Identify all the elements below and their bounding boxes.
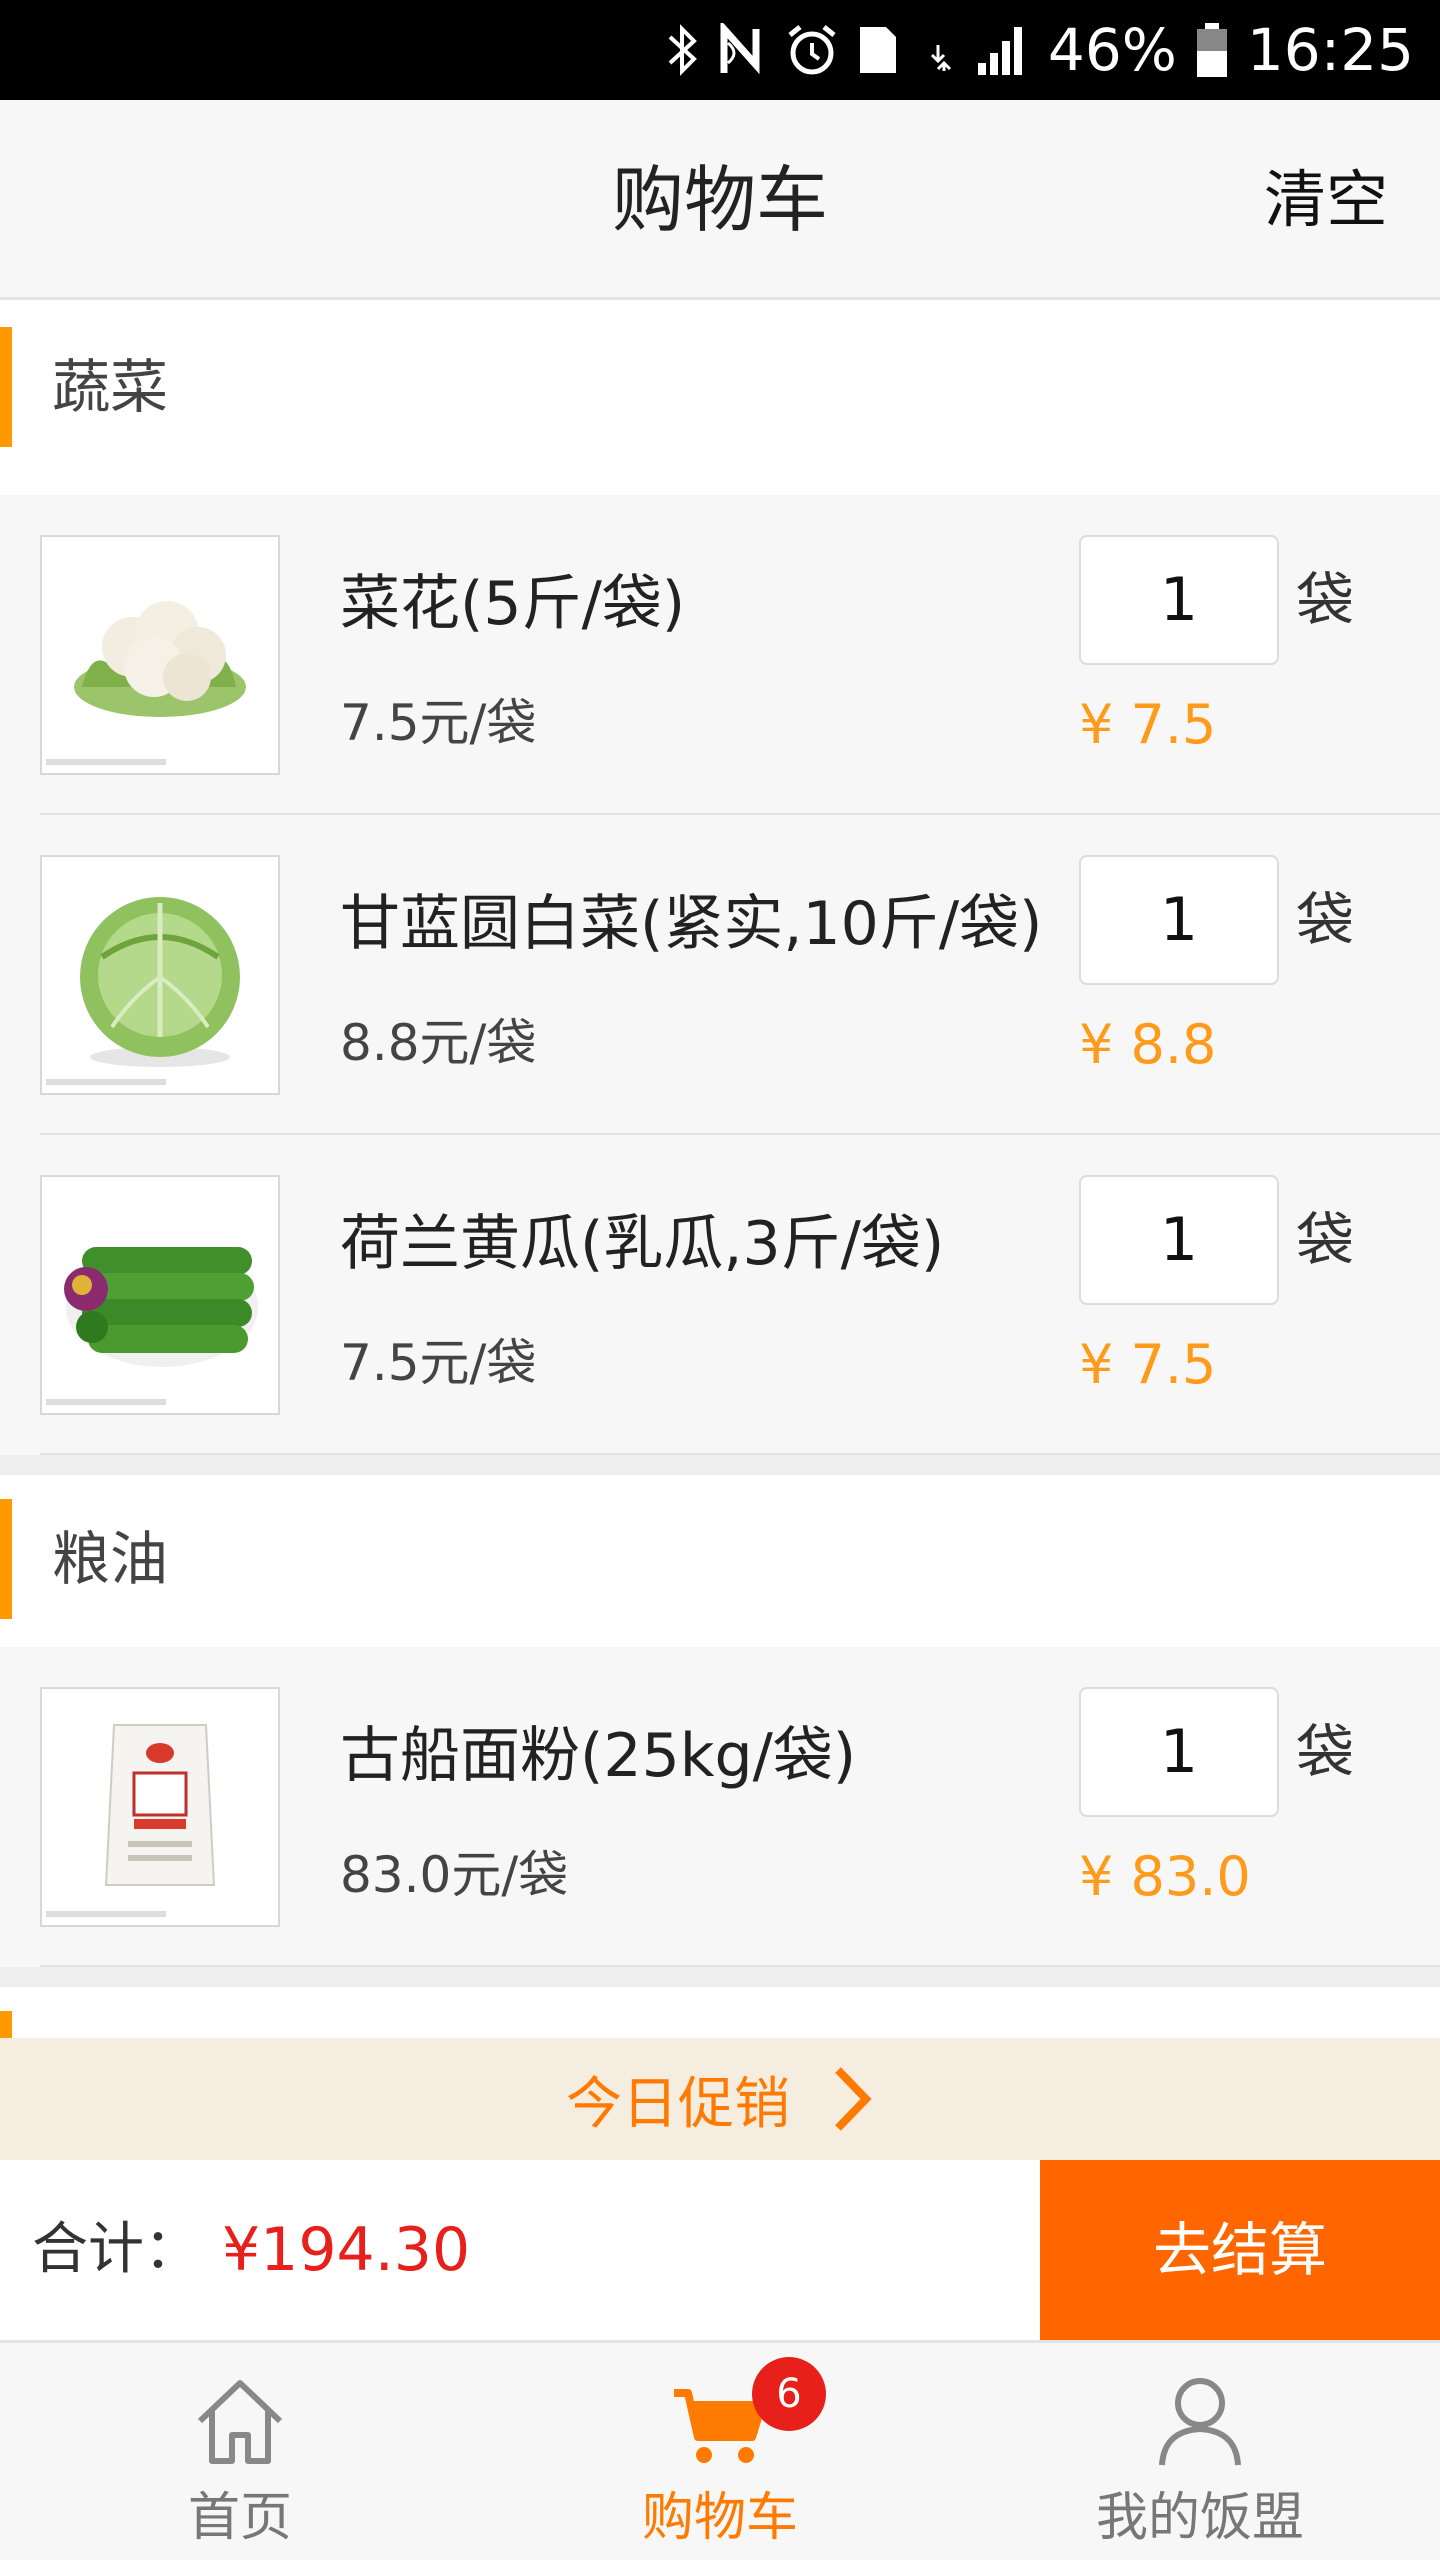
clear-cart-button[interactable]: 清空 <box>1264 100 1388 300</box>
tab-home[interactable]: 首页 <box>0 2343 480 2560</box>
cart-item[interactable]: 荷兰黄瓜(乳瓜,3斤/袋) 7.5元/袋 1 袋 ¥ 7.5 <box>0 1135 1440 1455</box>
clock: 16:25 <box>1246 16 1414 84</box>
chevron-right-icon <box>830 2064 874 2134</box>
product-image-cabbage[interactable] <box>40 855 280 1095</box>
checkout-bar: 合计： ¥194.30 去结算 <box>0 2160 1440 2340</box>
battery-percent: 46% <box>1047 16 1177 84</box>
status-icons: 46% 16:25 <box>666 0 1414 100</box>
quantity-unit: 袋 <box>1296 566 1355 634</box>
product-unit-price: 7.5元/袋 <box>340 694 537 752</box>
product-unit-price: 7.5元/袋 <box>340 1334 537 1392</box>
category-name: 蔬菜 <box>52 353 169 421</box>
tab-label: 首页 <box>187 2488 292 2548</box>
sim-1-icon <box>856 20 900 80</box>
category-header: 蔬菜 <box>0 303 1440 495</box>
battery-icon <box>1195 20 1229 80</box>
section-separator <box>0 1967 1440 1987</box>
tab-label: 购物车 <box>641 2488 798 2548</box>
line-total: ¥ 83.0 <box>1079 1845 1251 1908</box>
promo-banner[interactable]: 今日促销 <box>0 2038 1440 2160</box>
divider <box>40 1453 1440 1455</box>
nfc-icon <box>718 20 768 80</box>
category-accent-bar <box>0 1499 12 1619</box>
quantity-input[interactable]: 1 <box>1079 1687 1279 1817</box>
quantity-input[interactable]: 1 <box>1079 1175 1279 1305</box>
line-total: ¥ 7.5 <box>1079 1333 1217 1396</box>
tab-label: 我的饭盟 <box>1095 2488 1304 2548</box>
product-image-cucumber[interactable] <box>40 1175 280 1415</box>
cart-count-badge: 6 <box>752 2357 826 2431</box>
product-unit-price: 8.8元/袋 <box>340 1014 537 1072</box>
alarm-icon <box>786 20 838 80</box>
header: 购物车 清空 <box>0 100 1440 300</box>
category-accent-bar <box>0 327 12 447</box>
page-title: 购物车 <box>611 158 828 242</box>
bottom-tab-bar: 首页 6 购物车 我的饭盟 <box>0 2340 1440 2560</box>
line-total: ¥ 7.5 <box>1079 693 1217 756</box>
tab-cart[interactable]: 6 购物车 <box>480 2343 960 2560</box>
quantity-input[interactable]: 1 <box>1079 535 1279 665</box>
total-label: 合计： <box>32 2217 200 2282</box>
line-total: ¥ 8.8 <box>1079 1013 1217 1076</box>
quantity-unit: 袋 <box>1296 886 1355 954</box>
cart-item[interactable]: 甘蓝圆白菜(紧实,10斤/袋) 8.8元/袋 1 袋 ¥ 8.8 <box>0 815 1440 1135</box>
section-separator <box>0 1455 1440 1475</box>
product-name[interactable]: 菜花(5斤/袋) <box>340 555 685 642</box>
cart-item[interactable]: 古船面粉(25kg/袋) 83.0元/袋 1 袋 ¥ 83.0 <box>0 1647 1440 1967</box>
tab-my-account[interactable]: 我的饭盟 <box>960 2343 1440 2560</box>
quantity-input[interactable]: 1 <box>1079 855 1279 985</box>
product-unit-price: 83.0元/袋 <box>340 1846 569 1904</box>
quantity-unit: 袋 <box>1296 1206 1355 1274</box>
category-header <box>0 1987 1440 2038</box>
checkout-button[interactable]: 去结算 <box>1040 2160 1440 2340</box>
cart-list[interactable]: 蔬菜 菜花(5斤/袋) 7.5元/袋 1 袋 ¥ 7.5 甘蓝圆白菜(紧实,10… <box>0 303 1440 2038</box>
4g-icon <box>918 20 958 80</box>
total-amount: ¥194.30 <box>222 2215 471 2285</box>
status-bar: 46% 16:25 <box>0 0 1440 100</box>
promo-label: 今日促销 <box>566 2071 790 2137</box>
category-name: 粮油 <box>52 1525 169 1593</box>
product-name[interactable]: 荷兰黄瓜(乳瓜,3斤/袋) <box>340 1195 944 1282</box>
quantity-unit: 袋 <box>1296 1718 1355 1786</box>
category-header: 粮油 <box>0 1475 1440 1647</box>
divider <box>40 1965 1440 1967</box>
home-icon <box>190 2371 290 2471</box>
product-image-cauliflower[interactable] <box>40 535 280 775</box>
category-accent-bar <box>0 2011 12 2038</box>
product-name[interactable]: 甘蓝圆白菜(紧实,10斤/袋) <box>340 875 1042 962</box>
cart-item[interactable]: 菜花(5斤/袋) 7.5元/袋 1 袋 ¥ 7.5 <box>0 495 1440 815</box>
signal-icon <box>976 20 1030 80</box>
product-name[interactable]: 古船面粉(25kg/袋) <box>340 1707 856 1794</box>
product-image-flour-bag[interactable] <box>40 1687 280 1927</box>
user-icon <box>1150 2371 1250 2471</box>
bluetooth-icon <box>666 20 700 80</box>
